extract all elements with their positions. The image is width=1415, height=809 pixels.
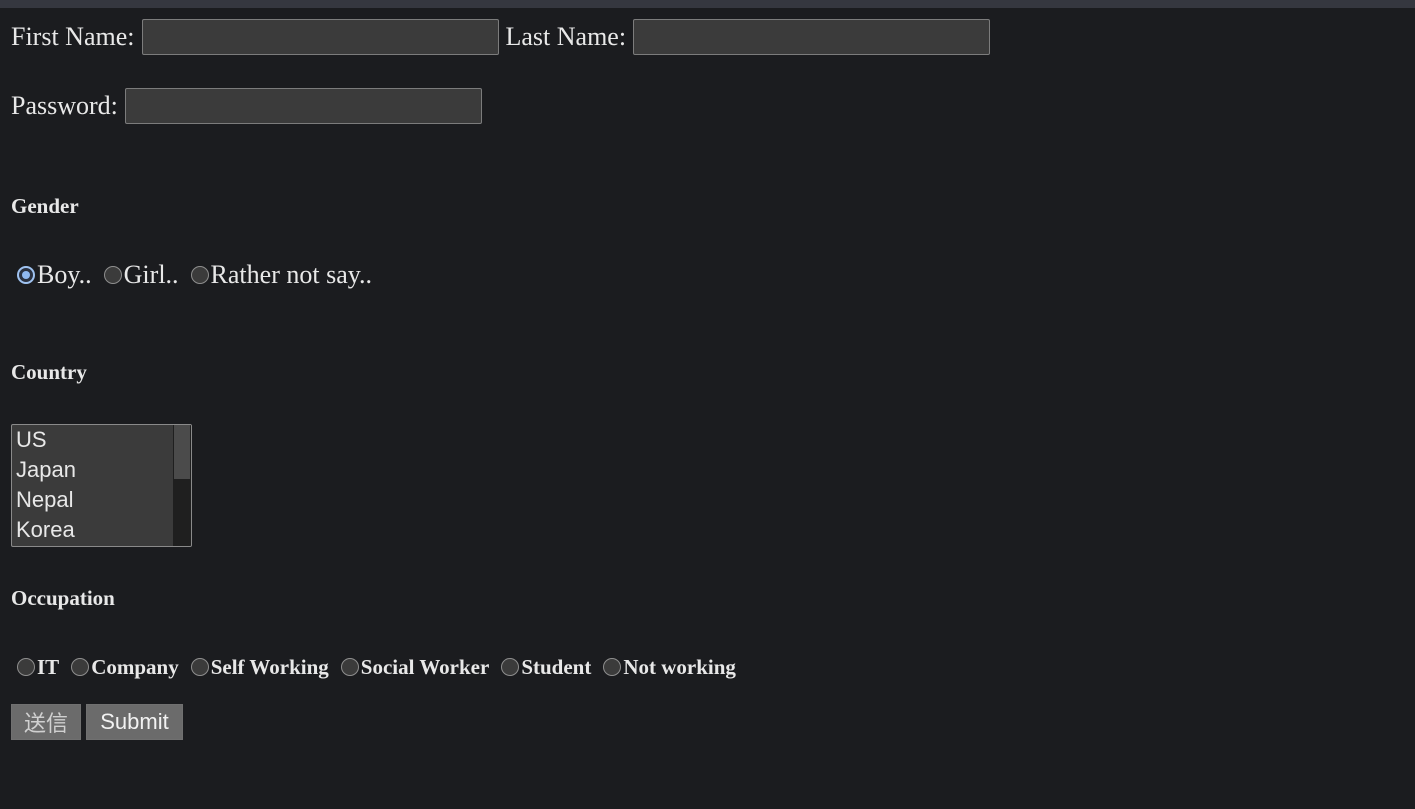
registration-form: First Name: Last Name: Password: Gender … [11, 8, 1401, 809]
occupation-option-student[interactable]: Student [501, 655, 591, 680]
radio-button[interactable] [603, 658, 622, 676]
occupation-option-label: Self Working [210, 654, 329, 679]
occupation-radio-group: IT Company Self Working Social Worker St… [17, 652, 748, 682]
gender-radio-group: Boy.. Girl.. Rather not say.. [17, 258, 384, 292]
occupation-option-label: Company [91, 654, 179, 679]
browser-top-strip [0, 0, 1415, 8]
occupation-heading: Occupation [11, 586, 115, 610]
radio-button[interactable] [103, 266, 122, 284]
radio-button-checked[interactable] [17, 266, 35, 284]
gender-option-rather-not-say[interactable]: Rather not say.. [190, 260, 373, 290]
last-name-label: Last Name: [505, 22, 627, 51]
password-input[interactable] [124, 87, 482, 124]
country-option-nepal[interactable]: Nepal [16, 485, 76, 515]
radio-button[interactable] [190, 266, 209, 284]
occupation-option-label: IT [37, 654, 60, 679]
occupation-option-label: Student [521, 654, 592, 679]
occupation-option-company[interactable]: Company [71, 655, 179, 680]
name-row: First Name: Last Name: [11, 19, 997, 55]
occupation-option-self-working[interactable]: Self Working [190, 654, 329, 680]
country-listbox[interactable]: US Japan Nepal Korea [11, 424, 192, 547]
country-option-us[interactable]: US [16, 425, 76, 455]
radio-button[interactable] [501, 658, 520, 676]
gender-option-label: Rather not say.. [210, 260, 373, 289]
scrollbar-thumb[interactable] [174, 425, 190, 479]
gender-heading: Gender [11, 194, 79, 218]
occupation-option-it[interactable]: IT [17, 655, 59, 680]
gender-option-label: Boy.. [37, 260, 92, 289]
password-label: Password: [11, 90, 118, 120]
country-option-korea[interactable]: Korea [16, 515, 76, 545]
radio-button[interactable] [71, 658, 90, 676]
radio-button[interactable] [340, 658, 359, 676]
send-button[interactable]: 送信 [11, 704, 81, 740]
first-name-label: First Name: [11, 22, 135, 51]
form-buttons: 送信 Submit [11, 704, 183, 740]
country-listbox-scrollbar[interactable] [173, 425, 191, 546]
submit-button[interactable]: Submit [86, 704, 183, 740]
country-heading: Country [11, 360, 87, 384]
radio-button[interactable] [190, 658, 209, 676]
radio-button[interactable] [17, 658, 35, 676]
first-name-input[interactable] [141, 19, 499, 55]
occupation-option-not-working[interactable]: Not working [603, 655, 736, 680]
country-option-japan[interactable]: Japan [16, 455, 76, 485]
country-options: US Japan Nepal Korea [16, 425, 76, 545]
password-row: Password: [11, 87, 489, 124]
occupation-option-label: Not working [623, 654, 736, 679]
gender-option-label: Girl.. [123, 260, 179, 289]
gender-option-girl[interactable]: Girl.. [103, 260, 179, 290]
gender-option-boy[interactable]: Boy.. [17, 260, 92, 290]
last-name-input[interactable] [633, 19, 991, 55]
occupation-option-label: Social Worker [360, 654, 490, 679]
occupation-option-social-worker[interactable]: Social Worker [340, 654, 490, 680]
